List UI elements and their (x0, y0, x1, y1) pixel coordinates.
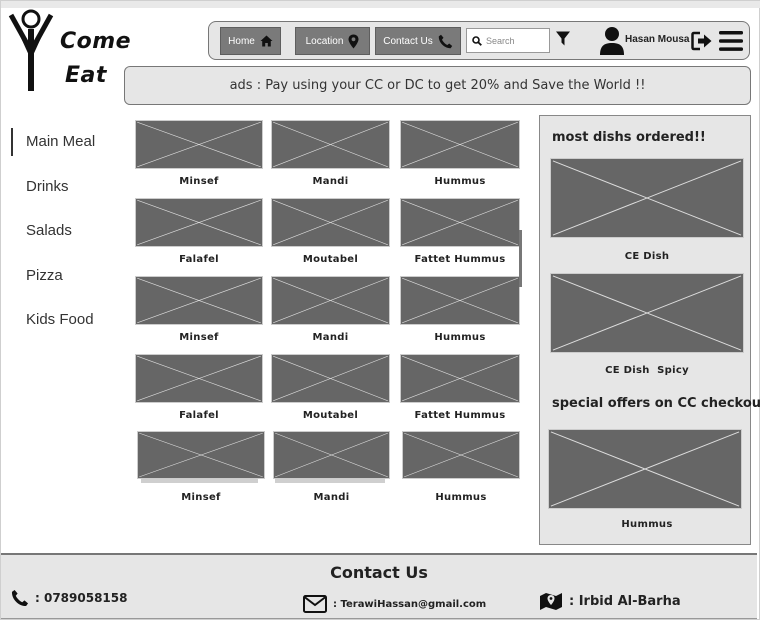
dish-card-falafel[interactable]: Falafel (135, 198, 263, 273)
scroll-divider (519, 230, 522, 287)
dish-image[interactable] (400, 198, 520, 247)
most-ordered-caption-2: CE Dish Spicy (605, 365, 689, 376)
map-pin-icon (348, 34, 359, 48)
footer-location[interactable]: : Irbid Al-Barha (539, 591, 681, 611)
dish-image[interactable] (135, 276, 263, 325)
dish-image[interactable] (400, 120, 520, 169)
logout-icon[interactable] (691, 31, 713, 51)
home-button[interactable]: Home (220, 27, 281, 55)
phone-icon (11, 589, 29, 607)
dish-image[interactable] (135, 120, 263, 169)
dish-name: Minsef (179, 332, 219, 343)
dish-image[interactable] (271, 120, 390, 169)
dish-name: Falafel (179, 410, 219, 421)
dish-card-hummus[interactable]: Hummus (400, 120, 520, 195)
top-navigation: Home Location Contact Us Search Hasan Mo… (208, 21, 750, 60)
brand-logo[interactable]: Come Eat (7, 9, 131, 93)
dish-image[interactable] (135, 198, 263, 247)
search-box[interactable] (466, 28, 550, 53)
sidebar-item-salads[interactable]: Salads (26, 222, 72, 239)
filter-icon[interactable] (555, 30, 571, 48)
dish-name: Mandi (313, 492, 350, 503)
phone-icon (438, 34, 452, 48)
special-offer-image[interactable] (548, 429, 742, 509)
footer-phone-text: : 0789058158 (35, 591, 128, 605)
dish-card-hummus[interactable]: Hummus (402, 431, 520, 511)
footer-email[interactable]: : TerawiHassan@gmail.com (303, 595, 486, 613)
dish-name: Minsef (181, 492, 221, 503)
map-icon (540, 593, 562, 610)
dish-name: Minsef (179, 176, 219, 187)
dish-name: Fattet Hummus (414, 254, 506, 265)
brand-name-line1: Come (60, 29, 132, 54)
username-label[interactable]: Hasan Mousa (625, 34, 689, 45)
home-icon (260, 35, 273, 47)
most-ordered-image-2[interactable] (550, 273, 744, 353)
search-icon (472, 35, 482, 46)
dish-image[interactable] (402, 431, 520, 479)
dish-name: Hummus (434, 332, 486, 343)
footer-location-text: : Irbid Al-Barha (569, 593, 681, 609)
footer-title: Contact Us (330, 563, 428, 582)
ads-text: ads : Pay using your CC or DC to get 20%… (229, 78, 646, 93)
dish-image[interactable] (137, 431, 265, 479)
dish-name: Moutabel (302, 254, 359, 265)
dish-card-minsef[interactable]: Minsef (135, 120, 263, 195)
dish-name: Hummus (435, 492, 487, 503)
contact-us-button-label: Contact Us (383, 35, 433, 47)
footer: Contact Us : 0789058158 : TerawiHassan@g… (1, 553, 757, 619)
hamburger-menu-icon[interactable] (718, 28, 744, 54)
dish-card-mandi[interactable]: Mandi (271, 120, 390, 195)
dish-card-falafel[interactable]: Falafel (135, 354, 263, 429)
ads-banner: ads : Pay using your CC or DC to get 20%… (124, 66, 751, 105)
most-ordered-caption-1: CE Dish (624, 251, 670, 262)
dish-name: Falafel (179, 254, 219, 265)
sidebar-item-main-meal[interactable]: Main Meal (26, 133, 95, 150)
dish-name: Hummus (434, 176, 486, 187)
dish-image[interactable] (271, 276, 390, 325)
dish-card-minsef[interactable]: Minsef (135, 276, 263, 351)
sidebar-item-kids-food[interactable]: Kids Food (26, 311, 94, 328)
dish-card-mandi[interactable]: Mandi (271, 276, 390, 351)
location-button-label: Location (305, 35, 344, 47)
special-offers-title: special offers on CC checkout (552, 396, 760, 411)
home-button-label: Home (228, 35, 255, 47)
page: Come Eat Home Location Contact Us Search… (0, 0, 760, 620)
brand-name-line2: Eat (65, 63, 107, 88)
dish-image[interactable] (271, 354, 390, 403)
dish-image[interactable] (271, 198, 390, 247)
dish-name: Fattet Hummus (414, 410, 506, 421)
sidebar-item-drinks[interactable]: Drinks (26, 178, 69, 195)
active-indicator (11, 128, 13, 156)
dish-card-minsef[interactable]: Minsef (137, 431, 265, 511)
dish-image[interactable] (273, 431, 390, 479)
sidebar-item-pizza[interactable]: Pizza (26, 267, 63, 284)
dish-card-mandi[interactable]: Mandi (273, 431, 390, 511)
envelope-icon (303, 595, 327, 613)
special-offer-caption: Hummus (621, 519, 673, 530)
most-ordered-title: most dishs ordered!! (552, 130, 706, 145)
dish-name: Moutabel (302, 410, 359, 421)
dish-name: Mandi (312, 176, 349, 187)
dish-image[interactable] (135, 354, 263, 403)
footer-email-text: : TerawiHassan@gmail.com (333, 598, 487, 610)
dish-card-moutabel[interactable]: Moutabel (271, 354, 390, 429)
dish-card-moutabel[interactable]: Moutabel (271, 198, 390, 273)
dish-image[interactable] (400, 354, 520, 403)
top-strip (1, 1, 760, 8)
user-icon[interactable] (599, 26, 625, 56)
location-button[interactable]: Location (295, 27, 370, 55)
dish-image[interactable] (400, 276, 520, 325)
search-input[interactable] (486, 35, 546, 46)
footer-phone[interactable]: : 0789058158 (11, 589, 127, 607)
logo-icon (8, 9, 54, 91)
dish-card-fattet-hummus[interactable]: Fattet Hummus (400, 198, 520, 273)
dish-name: Mandi (312, 332, 349, 343)
contact-us-button[interactable]: Contact Us (375, 27, 461, 55)
dish-card-fattet-hummus[interactable]: Fattet Hummus (400, 354, 520, 429)
featured-panel: most dishs ordered!! CE Dish CE Dish Spi… (539, 115, 760, 545)
dish-card-hummus[interactable]: Hummus (400, 276, 520, 351)
most-ordered-image-1[interactable] (550, 158, 744, 238)
